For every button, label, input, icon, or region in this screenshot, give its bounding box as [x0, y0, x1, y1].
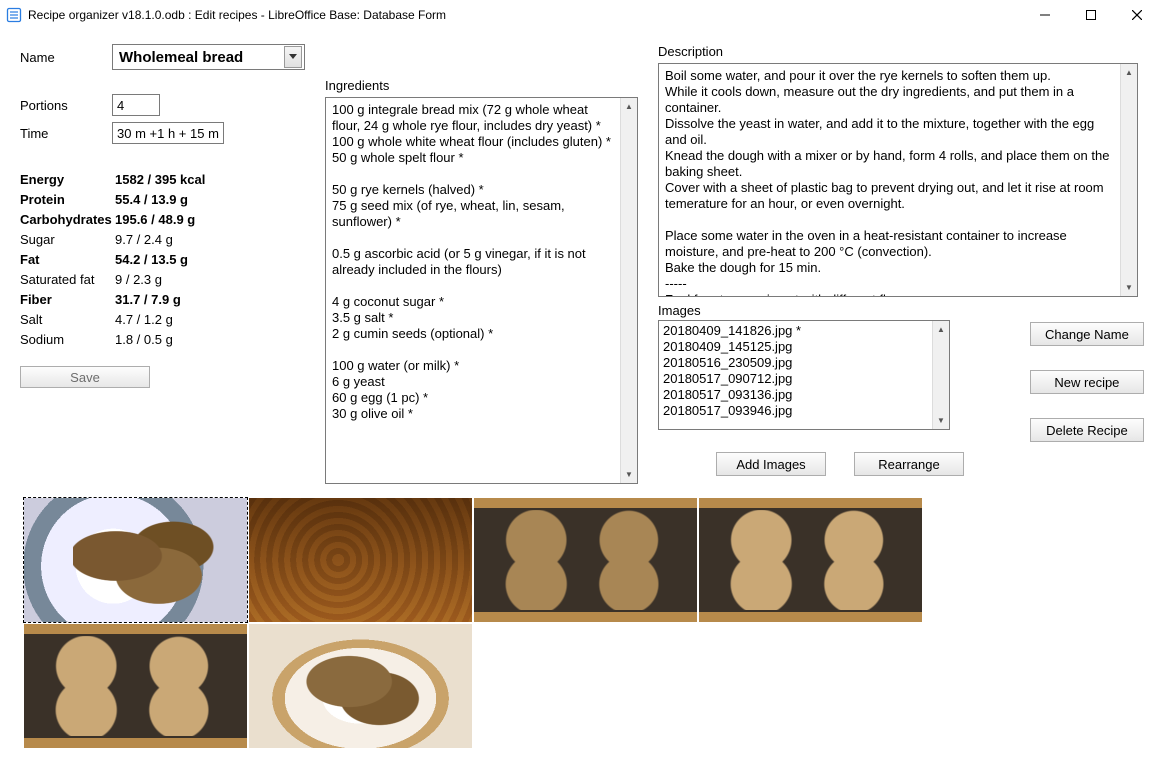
nutrition-value: 54.2 / 13.5 g: [115, 250, 188, 270]
list-item[interactable]: 20180409_141826.jpg *: [663, 323, 928, 339]
nutrition-key: Salt: [20, 310, 115, 330]
scroll-down-icon[interactable]: ▼: [1121, 279, 1137, 296]
scroll-up-icon[interactable]: ▲: [621, 98, 637, 115]
list-item[interactable]: 20180517_093136.jpg: [663, 387, 928, 403]
name-dropdown[interactable]: Wholemeal bread: [112, 44, 305, 70]
description-scrollbar[interactable]: ▲ ▼: [1120, 64, 1137, 296]
nutrition-value: 195.6 / 48.9 g: [115, 210, 195, 230]
nutrition-row: Sodium1.8 / 0.5 g: [20, 330, 305, 350]
rearrange-button[interactable]: Rearrange: [854, 452, 964, 476]
form-left-column: Name Wholemeal bread Portions Time Energ…: [20, 44, 305, 388]
nutrition-key: Energy: [20, 170, 115, 190]
nutrition-key: Protein: [20, 190, 115, 210]
thumbnail-image[interactable]: [24, 624, 247, 748]
scroll-down-icon[interactable]: ▼: [621, 466, 637, 483]
nutrition-value: 1.8 / 0.5 g: [115, 330, 173, 350]
name-dropdown-value: Wholemeal bread: [119, 49, 243, 66]
images-label: Images: [658, 303, 1160, 318]
ingredients-label: Ingredients: [325, 78, 638, 93]
window-minimize-button[interactable]: [1022, 0, 1068, 30]
images-listbox[interactable]: 20180409_141826.jpg *20180409_145125.jpg…: [658, 320, 950, 430]
thumbnail-image[interactable]: [699, 498, 922, 622]
description-label: Description: [658, 44, 1160, 59]
nutrition-value: 1582 / 395 kcal: [115, 170, 205, 190]
window-title: Recipe organizer v18.1.0.odb : Edit reci…: [28, 8, 446, 22]
ingredients-textarea[interactable]: 100 g integrale bread mix (72 g whole wh…: [325, 97, 638, 484]
nutrition-row: Protein55.4 / 13.9 g: [20, 190, 305, 210]
thumbnail-image[interactable]: [24, 498, 247, 622]
nutrition-row: Saturated fat9 / 2.3 g: [20, 270, 305, 290]
time-label: Time: [20, 126, 112, 141]
window-close-button[interactable]: [1114, 0, 1160, 30]
nutrition-value: 9.7 / 2.4 g: [115, 230, 173, 250]
nutrition-row: Fiber31.7 / 7.9 g: [20, 290, 305, 310]
nutrition-value: 9 / 2.3 g: [115, 270, 162, 290]
portions-input[interactable]: [112, 94, 160, 116]
nutrition-row: Fat54.2 / 13.5 g: [20, 250, 305, 270]
save-button[interactable]: Save: [20, 366, 150, 388]
nutrition-row: Carbohydrates195.6 / 48.9 g: [20, 210, 305, 230]
titlebar: Recipe organizer v18.1.0.odb : Edit reci…: [0, 0, 1160, 30]
nutrition-value: 31.7 / 7.9 g: [115, 290, 181, 310]
thumbnail-image[interactable]: [474, 498, 697, 622]
chevron-down-icon: [284, 46, 302, 68]
nutrition-key: Saturated fat: [20, 270, 115, 290]
ingredients-text: 100 g integrale bread mix (72 g whole wh…: [326, 98, 620, 483]
delete-recipe-button[interactable]: Delete Recipe: [1030, 418, 1144, 442]
nutrition-value: 4.7 / 1.2 g: [115, 310, 173, 330]
nutrition-table: Energy1582 / 395 kcalProtein55.4 / 13.9 …: [20, 170, 305, 350]
list-item[interactable]: 20180517_093946.jpg: [663, 403, 928, 419]
portions-label: Portions: [20, 98, 112, 113]
nutrition-row: Energy1582 / 395 kcal: [20, 170, 305, 190]
time-input[interactable]: [112, 122, 224, 144]
nutrition-key: Sodium: [20, 330, 115, 350]
list-item[interactable]: 20180517_090712.jpg: [663, 371, 928, 387]
description-textarea[interactable]: Boil some water, and pour it over the ry…: [658, 63, 1138, 297]
ingredients-scrollbar[interactable]: ▲ ▼: [620, 98, 637, 483]
thumbnail-image[interactable]: [249, 498, 472, 622]
change-name-button[interactable]: Change Name: [1030, 322, 1144, 346]
scroll-up-icon[interactable]: ▲: [933, 321, 949, 338]
description-text: Boil some water, and pour it over the ry…: [659, 64, 1120, 296]
ingredients-column: Ingredients 100 g integrale bread mix (7…: [325, 44, 638, 484]
nutrition-key: Fiber: [20, 290, 115, 310]
thumbnail-strip: [20, 498, 1140, 748]
list-item[interactable]: 20180516_230509.jpg: [663, 355, 928, 371]
nutrition-key: Sugar: [20, 230, 115, 250]
scroll-down-icon[interactable]: ▼: [933, 412, 949, 429]
nutrition-row: Sugar9.7 / 2.4 g: [20, 230, 305, 250]
new-recipe-button[interactable]: New recipe: [1030, 370, 1144, 394]
nutrition-key: Carbohydrates: [20, 210, 115, 230]
name-label: Name: [20, 50, 112, 65]
window-maximize-button[interactable]: [1068, 0, 1114, 30]
nutrition-key: Fat: [20, 250, 115, 270]
list-item[interactable]: 20180409_145125.jpg: [663, 339, 928, 355]
right-column: Description Boil some water, and pour it…: [658, 44, 1160, 476]
thumbnail-image[interactable]: [249, 624, 472, 748]
images-scrollbar[interactable]: ▲ ▼: [932, 321, 949, 429]
add-images-button[interactable]: Add Images: [716, 452, 826, 476]
scroll-up-icon[interactable]: ▲: [1121, 64, 1137, 81]
app-icon: [6, 7, 22, 23]
nutrition-value: 55.4 / 13.9 g: [115, 190, 188, 210]
nutrition-row: Salt4.7 / 1.2 g: [20, 310, 305, 330]
